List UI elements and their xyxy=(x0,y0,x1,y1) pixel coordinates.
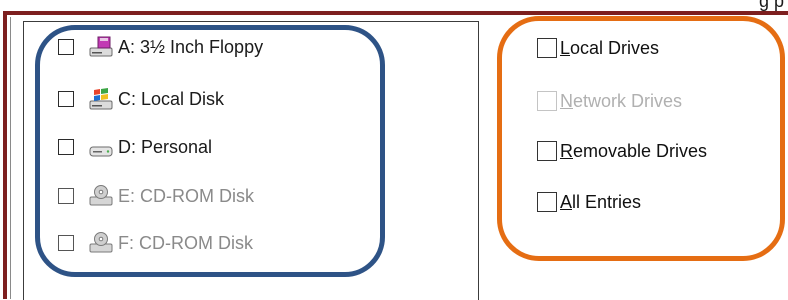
all-entries-checkbox[interactable] xyxy=(537,192,557,212)
drive-a-checkbox[interactable] xyxy=(58,39,74,55)
drive-row-d[interactable]: D: Personal xyxy=(58,132,212,162)
network-drives-label-rest: etwork Drives xyxy=(573,90,683,111)
drive-e-checkbox[interactable] xyxy=(58,188,74,204)
drive-d-label: D: Personal xyxy=(118,136,213,157)
cd-rom-drive-icon xyxy=(88,231,114,255)
floppy-drive-icon xyxy=(88,35,114,59)
drive-c-checkbox[interactable] xyxy=(58,91,74,107)
removable-drives-checkbox[interactable] xyxy=(537,141,557,161)
drive-row-c[interactable]: C: Local Disk xyxy=(58,84,224,114)
local-drives-label-rest: ocal Drives xyxy=(570,37,660,58)
all-entries-label: All Entries xyxy=(560,192,641,213)
windows-local-disk-icon xyxy=(88,87,114,111)
drive-e-label: E: CD-ROM Disk xyxy=(118,185,254,206)
window-frame-top xyxy=(3,11,788,15)
top-strip xyxy=(0,0,788,8)
local-drives-checkbox[interactable] xyxy=(537,38,557,58)
removable-drives-mnemonic: R xyxy=(560,140,573,161)
drive-f-checkbox[interactable] xyxy=(58,235,74,251)
option-all-entries[interactable]: All Entries xyxy=(537,187,641,217)
cd-rom-drive-icon xyxy=(88,184,114,208)
window-frame-left xyxy=(3,11,7,299)
local-drives-mnemonic: L xyxy=(560,37,571,58)
window-frame-inner-border xyxy=(10,17,11,299)
drive-row-a[interactable]: A: 3½ Inch Floppy xyxy=(58,32,263,62)
drive-c-label: C: Local Disk xyxy=(118,88,225,109)
drive-a-label: A: 3½ Inch Floppy xyxy=(118,36,264,57)
option-local-drives[interactable]: Local Drives xyxy=(537,33,659,63)
option-removable-drives[interactable]: Removable Drives xyxy=(537,136,707,166)
all-entries-label-rest: ll Entries xyxy=(572,191,642,212)
local-drives-label: Local Drives xyxy=(560,38,659,59)
removable-drives-label-rest: emovable Drives xyxy=(573,140,708,161)
hard-drive-icon xyxy=(88,135,114,159)
network-drives-mnemonic: N xyxy=(560,90,573,111)
drive-row-e[interactable]: E: CD-ROM Disk xyxy=(58,181,254,211)
drive-f-label: F: CD-ROM Disk xyxy=(118,232,253,253)
drive-row-f[interactable]: F: CD-ROM Disk xyxy=(58,228,253,258)
network-drives-label: Network Drives xyxy=(560,91,682,112)
drive-d-checkbox[interactable] xyxy=(58,139,74,155)
option-network-drives[interactable]: Network Drives xyxy=(537,86,682,116)
network-drives-checkbox[interactable] xyxy=(537,91,557,111)
removable-drives-label: Removable Drives xyxy=(560,141,707,162)
all-entries-mnemonic: A xyxy=(560,191,573,212)
